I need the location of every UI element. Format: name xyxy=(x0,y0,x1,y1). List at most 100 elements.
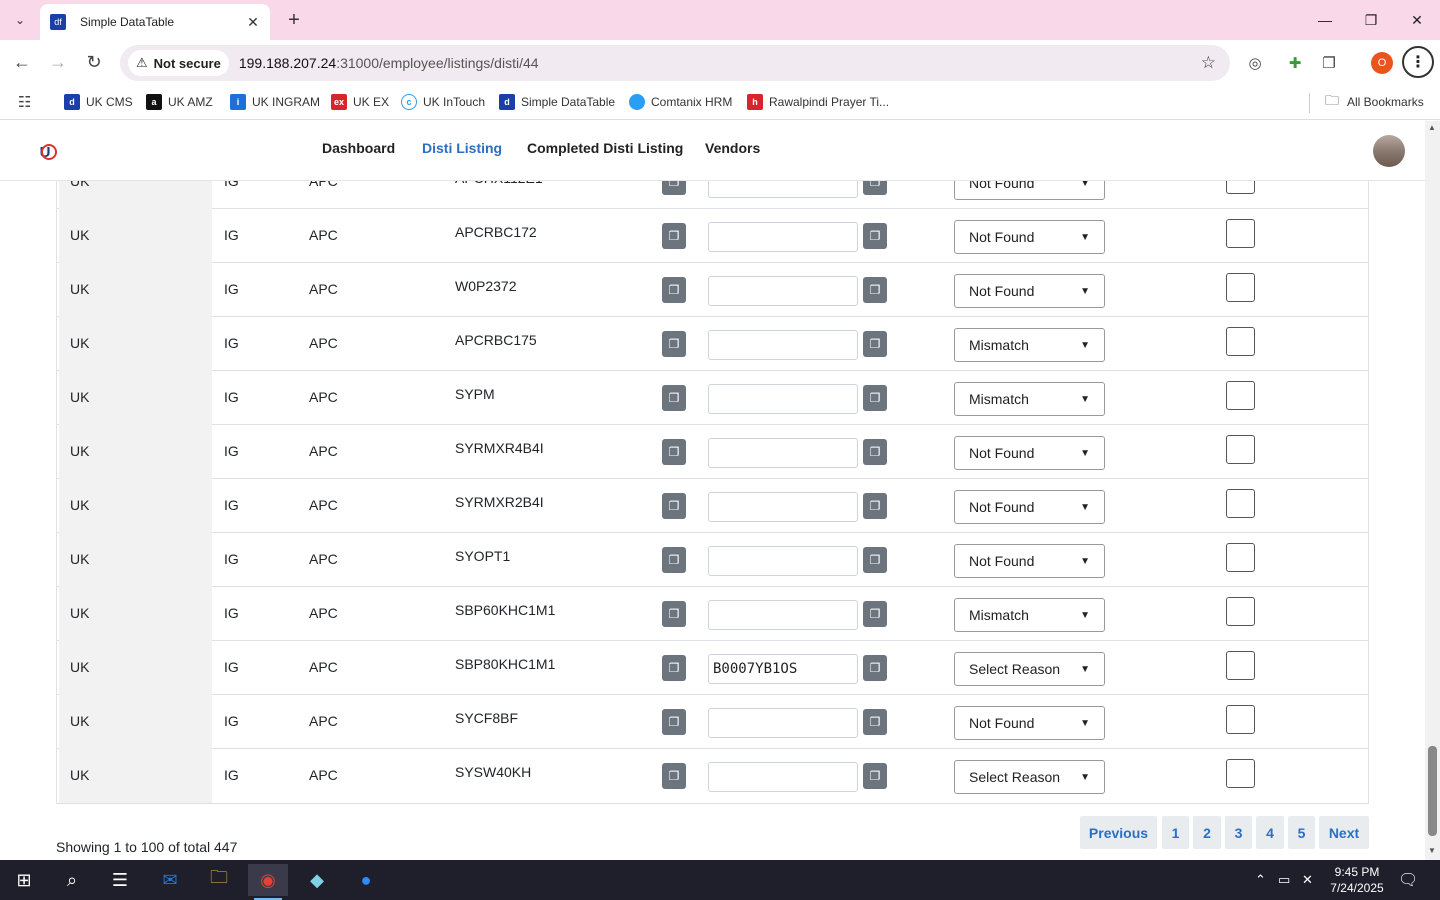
copy-sku-icon[interactable]: ❐ xyxy=(662,439,686,465)
bookmark-comtanix-hrm[interactable]: Comtanix HRM xyxy=(629,92,732,112)
asin-input[interactable] xyxy=(708,276,858,306)
reason-select[interactable]: Not Found ▼ xyxy=(954,544,1105,578)
apps-grid-icon[interactable]: ☷ xyxy=(18,93,31,111)
paste-asin-icon[interactable]: ❐ xyxy=(863,385,887,411)
paste-asin-icon[interactable]: ❐ xyxy=(863,223,887,249)
row-checkbox[interactable] xyxy=(1226,435,1255,464)
address-bar[interactable]: ⚠ Not secure 199.188.207.24:31000/employ… xyxy=(120,45,1230,81)
copy-sku-icon[interactable]: ❐ xyxy=(662,601,686,627)
taskbar-clock[interactable]: 9:45 PM 7/24/2025 xyxy=(1322,864,1392,896)
pagination-page-1[interactable]: 1 xyxy=(1162,816,1189,849)
paste-asin-icon[interactable]: ❐ xyxy=(863,331,887,357)
copy-sku-icon[interactable]: ❐ xyxy=(662,763,686,789)
pagination-page-4[interactable]: 4 xyxy=(1256,816,1284,849)
forward-icon[interactable]: → xyxy=(44,48,72,76)
asin-input[interactable] xyxy=(708,438,858,468)
new-tab-icon[interactable]: + xyxy=(282,8,306,32)
bookmark-star-icon[interactable]: ☆ xyxy=(1201,53,1216,73)
asin-input[interactable] xyxy=(708,384,858,414)
asin-input[interactable] xyxy=(708,654,858,684)
tab-search-icon[interactable]: ⌄ xyxy=(8,8,32,32)
extensions-icon[interactable]: ❐ xyxy=(1318,52,1340,74)
row-checkbox[interactable] xyxy=(1226,597,1255,626)
browser-tab[interactable]: df Simple DataTable ✕ xyxy=(40,4,270,40)
asin-input[interactable] xyxy=(708,546,858,576)
nav-dashboard[interactable]: Dashboard xyxy=(322,140,395,156)
row-checkbox[interactable] xyxy=(1226,759,1255,788)
scroll-up-icon[interactable]: ▲ xyxy=(1428,123,1436,132)
asin-input[interactable] xyxy=(708,330,858,360)
paste-asin-icon[interactable]: ❐ xyxy=(863,277,887,303)
row-checkbox[interactable] xyxy=(1226,381,1255,410)
paste-asin-icon[interactable]: ❐ xyxy=(863,655,887,681)
all-bookmarks[interactable]: 🗀 All Bookmarks xyxy=(1325,92,1424,112)
asin-input[interactable] xyxy=(708,600,858,630)
file-explorer-icon[interactable]: 🗀 xyxy=(199,864,239,896)
security-chip[interactable]: ⚠ Not secure xyxy=(128,50,229,76)
uk-logo-icon[interactable]: U xyxy=(32,139,58,165)
tray-chevron-icon[interactable]: ⌃ xyxy=(1255,872,1266,888)
row-checkbox[interactable] xyxy=(1226,543,1255,572)
paste-asin-icon[interactable]: ❐ xyxy=(863,547,887,573)
row-checkbox[interactable] xyxy=(1226,705,1255,734)
windows-start-icon[interactable]: ⊞ xyxy=(4,864,44,896)
copy-sku-icon[interactable]: ❐ xyxy=(662,223,686,249)
paste-asin-icon[interactable]: ❐ xyxy=(863,493,887,519)
asin-input[interactable] xyxy=(708,708,858,738)
asin-input[interactable] xyxy=(708,492,858,522)
copy-sku-icon[interactable]: ❐ xyxy=(662,277,686,303)
paste-asin-icon[interactable]: ❐ xyxy=(863,709,887,735)
reload-icon[interactable]: ↻ xyxy=(80,48,108,76)
chrome-icon[interactable]: ◉ xyxy=(248,864,288,900)
row-checkbox[interactable] xyxy=(1226,273,1255,302)
copy-sku-icon[interactable]: ❐ xyxy=(662,655,686,681)
restore-icon[interactable]: ❐ xyxy=(1351,6,1391,34)
paste-asin-icon[interactable]: ❐ xyxy=(863,181,887,195)
scroll-thumb[interactable] xyxy=(1428,746,1437,836)
copy-sku-icon[interactable]: ❐ xyxy=(662,493,686,519)
bookmark-rawalpindi-prayer[interactable]: h Rawalpindi Prayer Ti... xyxy=(747,92,889,112)
profile-avatar[interactable]: O xyxy=(1371,52,1393,74)
browser-menu-icon[interactable]: ⋮ xyxy=(1402,46,1434,78)
row-checkbox[interactable] xyxy=(1226,181,1255,194)
pagination-page-3[interactable]: 3 xyxy=(1225,816,1252,849)
outlook-icon[interactable]: ✉ xyxy=(150,864,190,896)
pagination-previous[interactable]: Previous xyxy=(1080,816,1157,849)
reason-select[interactable]: Not Found ▼ xyxy=(954,274,1105,308)
asin-input[interactable] xyxy=(708,222,858,252)
reason-select[interactable]: Not Found ▼ xyxy=(954,490,1105,524)
close-tab-icon[interactable]: ✕ xyxy=(244,13,262,31)
reason-select[interactable]: Mismatch ▼ xyxy=(954,598,1105,632)
copy-sku-icon[interactable]: ❐ xyxy=(662,709,686,735)
window-close-icon[interactable]: ✕ xyxy=(1397,6,1437,34)
volume-muted-icon[interactable]: ✕ xyxy=(1302,872,1313,888)
bookmark-simple-datatable[interactable]: d Simple DataTable xyxy=(499,92,615,112)
reason-select[interactable]: Not Found ▼ xyxy=(954,220,1105,254)
user-avatar[interactable] xyxy=(1373,135,1405,167)
paste-asin-icon[interactable]: ❐ xyxy=(863,763,887,789)
paste-asin-icon[interactable]: ❐ xyxy=(863,601,887,627)
copy-sku-icon[interactable]: ❐ xyxy=(662,331,686,357)
page-scrollbar[interactable]: ▲ ▼ xyxy=(1425,121,1440,860)
reason-select[interactable]: Select Reason ▼ xyxy=(954,760,1105,794)
bookmark-uk-amz[interactable]: a UK AMZ xyxy=(146,92,213,112)
bookmark-uk-intouch[interactable]: c UK InTouch xyxy=(401,92,485,112)
back-icon[interactable]: ← xyxy=(8,48,36,76)
notifications-icon[interactable]: 🗨 xyxy=(1398,870,1418,890)
copy-sku-icon[interactable]: ❐ xyxy=(662,547,686,573)
app-diamond-icon[interactable]: ◆ xyxy=(297,864,337,896)
row-checkbox[interactable] xyxy=(1226,489,1255,518)
pagination-page-2[interactable]: 2 xyxy=(1193,816,1221,849)
reason-select[interactable]: Mismatch ▼ xyxy=(954,382,1105,416)
network-icon[interactable]: ▭ xyxy=(1278,872,1290,888)
search-icon[interactable]: ⌕ xyxy=(52,864,92,896)
scroll-down-icon[interactable]: ▼ xyxy=(1428,846,1436,855)
reason-select[interactable]: Not Found ▼ xyxy=(954,706,1105,740)
bookmark-uk-cms[interactable]: d UK CMS xyxy=(64,92,133,112)
zoom-icon[interactable]: ● xyxy=(346,864,386,896)
nav-disti-listing[interactable]: Disti Listing xyxy=(422,140,502,156)
reason-select[interactable]: Mismatch ▼ xyxy=(954,328,1105,362)
paste-asin-icon[interactable]: ❐ xyxy=(863,439,887,465)
pagination-next[interactable]: Next xyxy=(1319,816,1369,849)
nav-vendors[interactable]: Vendors xyxy=(705,140,760,156)
